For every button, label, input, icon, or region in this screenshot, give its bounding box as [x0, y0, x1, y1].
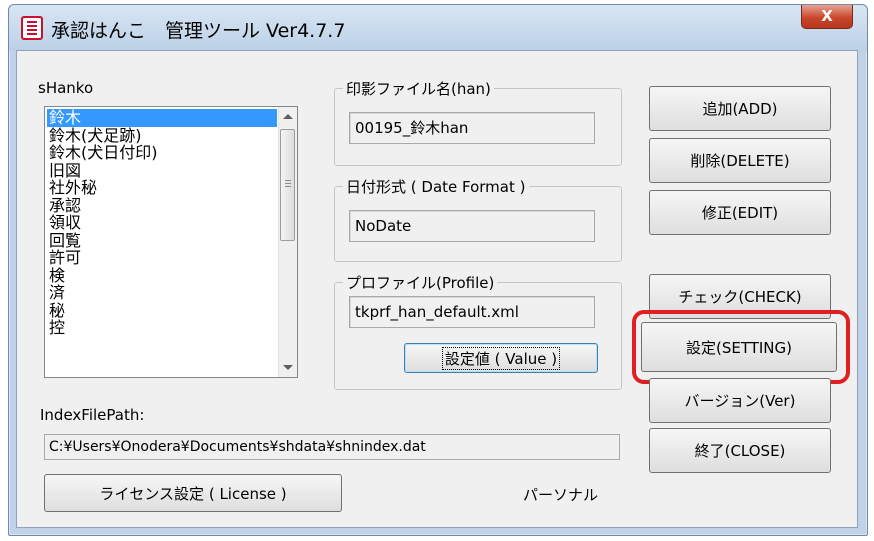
license-type-text: パーソナル — [523, 486, 599, 504]
edit-button[interactable]: 修正(EDIT) — [649, 190, 831, 235]
date-format-caption: 日付形式 ( Date Format ) — [343, 176, 529, 197]
hanko-list-item[interactable]: 検 — [47, 266, 277, 285]
index-file-label: IndexFilePath: — [40, 406, 145, 424]
hanko-list-item[interactable]: 旧図 — [47, 161, 277, 180]
close-button[interactable]: 終了(CLOSE) — [649, 428, 831, 473]
hanko-list-item[interactable]: 承認 — [47, 196, 277, 215]
hanko-list-item[interactable]: 鈴木 — [47, 109, 277, 127]
hanko-list-item[interactable]: 許可 — [47, 249, 277, 267]
version-button[interactable]: バージョン(Ver) — [649, 378, 831, 423]
delete-button[interactable]: 削除(DELETE) — [649, 138, 831, 183]
hanko-list-label: sHanko — [38, 79, 94, 97]
hanko-list-item[interactable]: 済 — [47, 284, 277, 302]
hanko-listbox[interactable]: 鈴木 鈴木(犬足跡) 鈴木(犬日付印) 旧図 社外秘 承認 領収 回覧 許可検済秘控 — [44, 106, 298, 378]
list-scrollbar[interactable] — [278, 107, 297, 377]
hanko-list-item[interactable]: 社外秘 — [47, 179, 277, 197]
profile-field[interactable]: tkprf_han_default.xml — [349, 296, 595, 328]
scroll-down-icon[interactable] — [283, 365, 293, 370]
scroll-thumb[interactable] — [280, 129, 295, 241]
profile-caption: プロファイル(Profile) — [343, 272, 498, 293]
window-title: 承認はんこ 管理ツール Ver4.7.7 — [51, 20, 346, 42]
stamp-file-caption: 印影ファイル名(han) — [343, 78, 494, 99]
hanko-list-items: 鈴木 鈴木(犬足跡) 鈴木(犬日付印) 旧図 社外秘 承認 領収 回覧 許可検済秘控 — [47, 109, 277, 337]
window-close-button[interactable]: X — [801, 5, 853, 29]
hanko-list-item[interactable]: 控 — [47, 319, 277, 337]
hanko-list-item[interactable]: 鈴木(犬日付印) — [47, 144, 277, 162]
hanko-list-item[interactable]: 鈴木(犬足跡) — [47, 126, 277, 145]
hanko-list-item[interactable]: 回覧 — [47, 231, 277, 250]
title-bar[interactable]: 承認はんこ 管理ツール Ver4.7.7 X — [9, 5, 867, 51]
license-button[interactable]: ライセンス設定 ( License ) — [44, 474, 342, 512]
hanko-list-item[interactable]: 秘 — [47, 301, 277, 320]
date-format-field[interactable]: NoDate — [349, 210, 595, 242]
profile-value-button-label: 設定値 ( Value ) — [441, 346, 561, 370]
index-file-field[interactable]: C:¥Users¥Onodera¥Documents¥shdata¥shnind… — [44, 434, 620, 460]
hanko-app-icon — [21, 16, 43, 40]
scroll-up-icon[interactable] — [283, 114, 293, 119]
profile-value-button[interactable]: 設定値 ( Value ) — [404, 343, 598, 373]
setting-highlight-frame — [632, 310, 850, 384]
hanko-list-item[interactable]: 領収 — [47, 214, 277, 232]
stamp-file-field[interactable]: 00195_鈴木han — [349, 112, 595, 144]
add-button[interactable]: 追加(ADD) — [649, 86, 831, 131]
